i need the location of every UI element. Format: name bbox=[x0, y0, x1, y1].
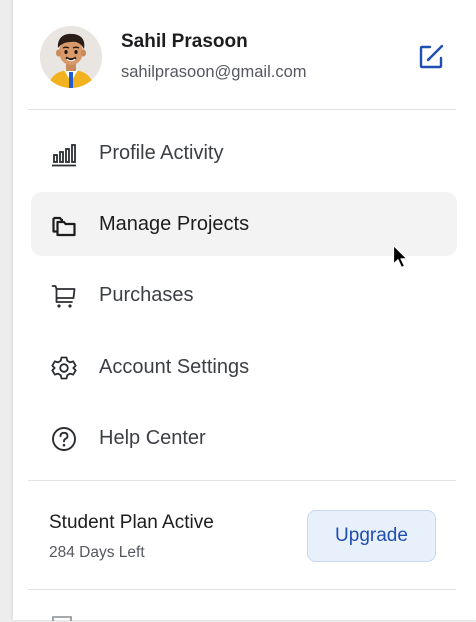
menu-item-account-settings[interactable]: Account Settings bbox=[31, 335, 457, 399]
account-menu-panel: Sahil Prasoon sahilprasoon@gmail.com Pro… bbox=[13, 0, 476, 621]
bar-chart-icon bbox=[52, 144, 76, 167]
divider bbox=[28, 109, 456, 110]
profile-header: Sahil Prasoon sahilprasoon@gmail.com bbox=[13, 0, 476, 110]
menu-item-label: Help Center bbox=[99, 427, 206, 449]
folders-icon bbox=[52, 216, 76, 237]
upgrade-button[interactable]: Upgrade bbox=[307, 510, 436, 562]
plan-days-left: 284 Days Left bbox=[49, 544, 145, 561]
menu-item-help-center[interactable]: Help Center bbox=[31, 406, 457, 470]
user-name: Sahil Prasoon bbox=[121, 31, 248, 52]
avatar[interactable] bbox=[40, 26, 102, 88]
edit-icon bbox=[419, 44, 444, 69]
divider bbox=[28, 480, 456, 481]
gear-icon bbox=[51, 356, 77, 380]
divider bbox=[28, 589, 456, 590]
menu-item-profile-activity[interactable]: Profile Activity bbox=[31, 121, 457, 185]
avatar-image bbox=[40, 26, 102, 88]
help-circle-icon bbox=[52, 427, 76, 451]
mouse-pointer-icon bbox=[392, 244, 408, 269]
user-email: sahilprasoon@gmail.com bbox=[121, 63, 307, 81]
plan-status-title: Student Plan Active bbox=[49, 512, 214, 533]
menu-item-label: Purchases bbox=[99, 284, 194, 306]
menu-item-label: Manage Projects bbox=[99, 213, 250, 235]
menu-icon-partial bbox=[52, 616, 72, 621]
cart-icon bbox=[51, 285, 76, 308]
menu-item-label: Account Settings bbox=[99, 356, 250, 378]
menu-item-purchases[interactable]: Purchases bbox=[31, 263, 457, 327]
edit-profile-button[interactable] bbox=[417, 43, 445, 71]
menu-item-label: Profile Activity bbox=[99, 142, 224, 164]
